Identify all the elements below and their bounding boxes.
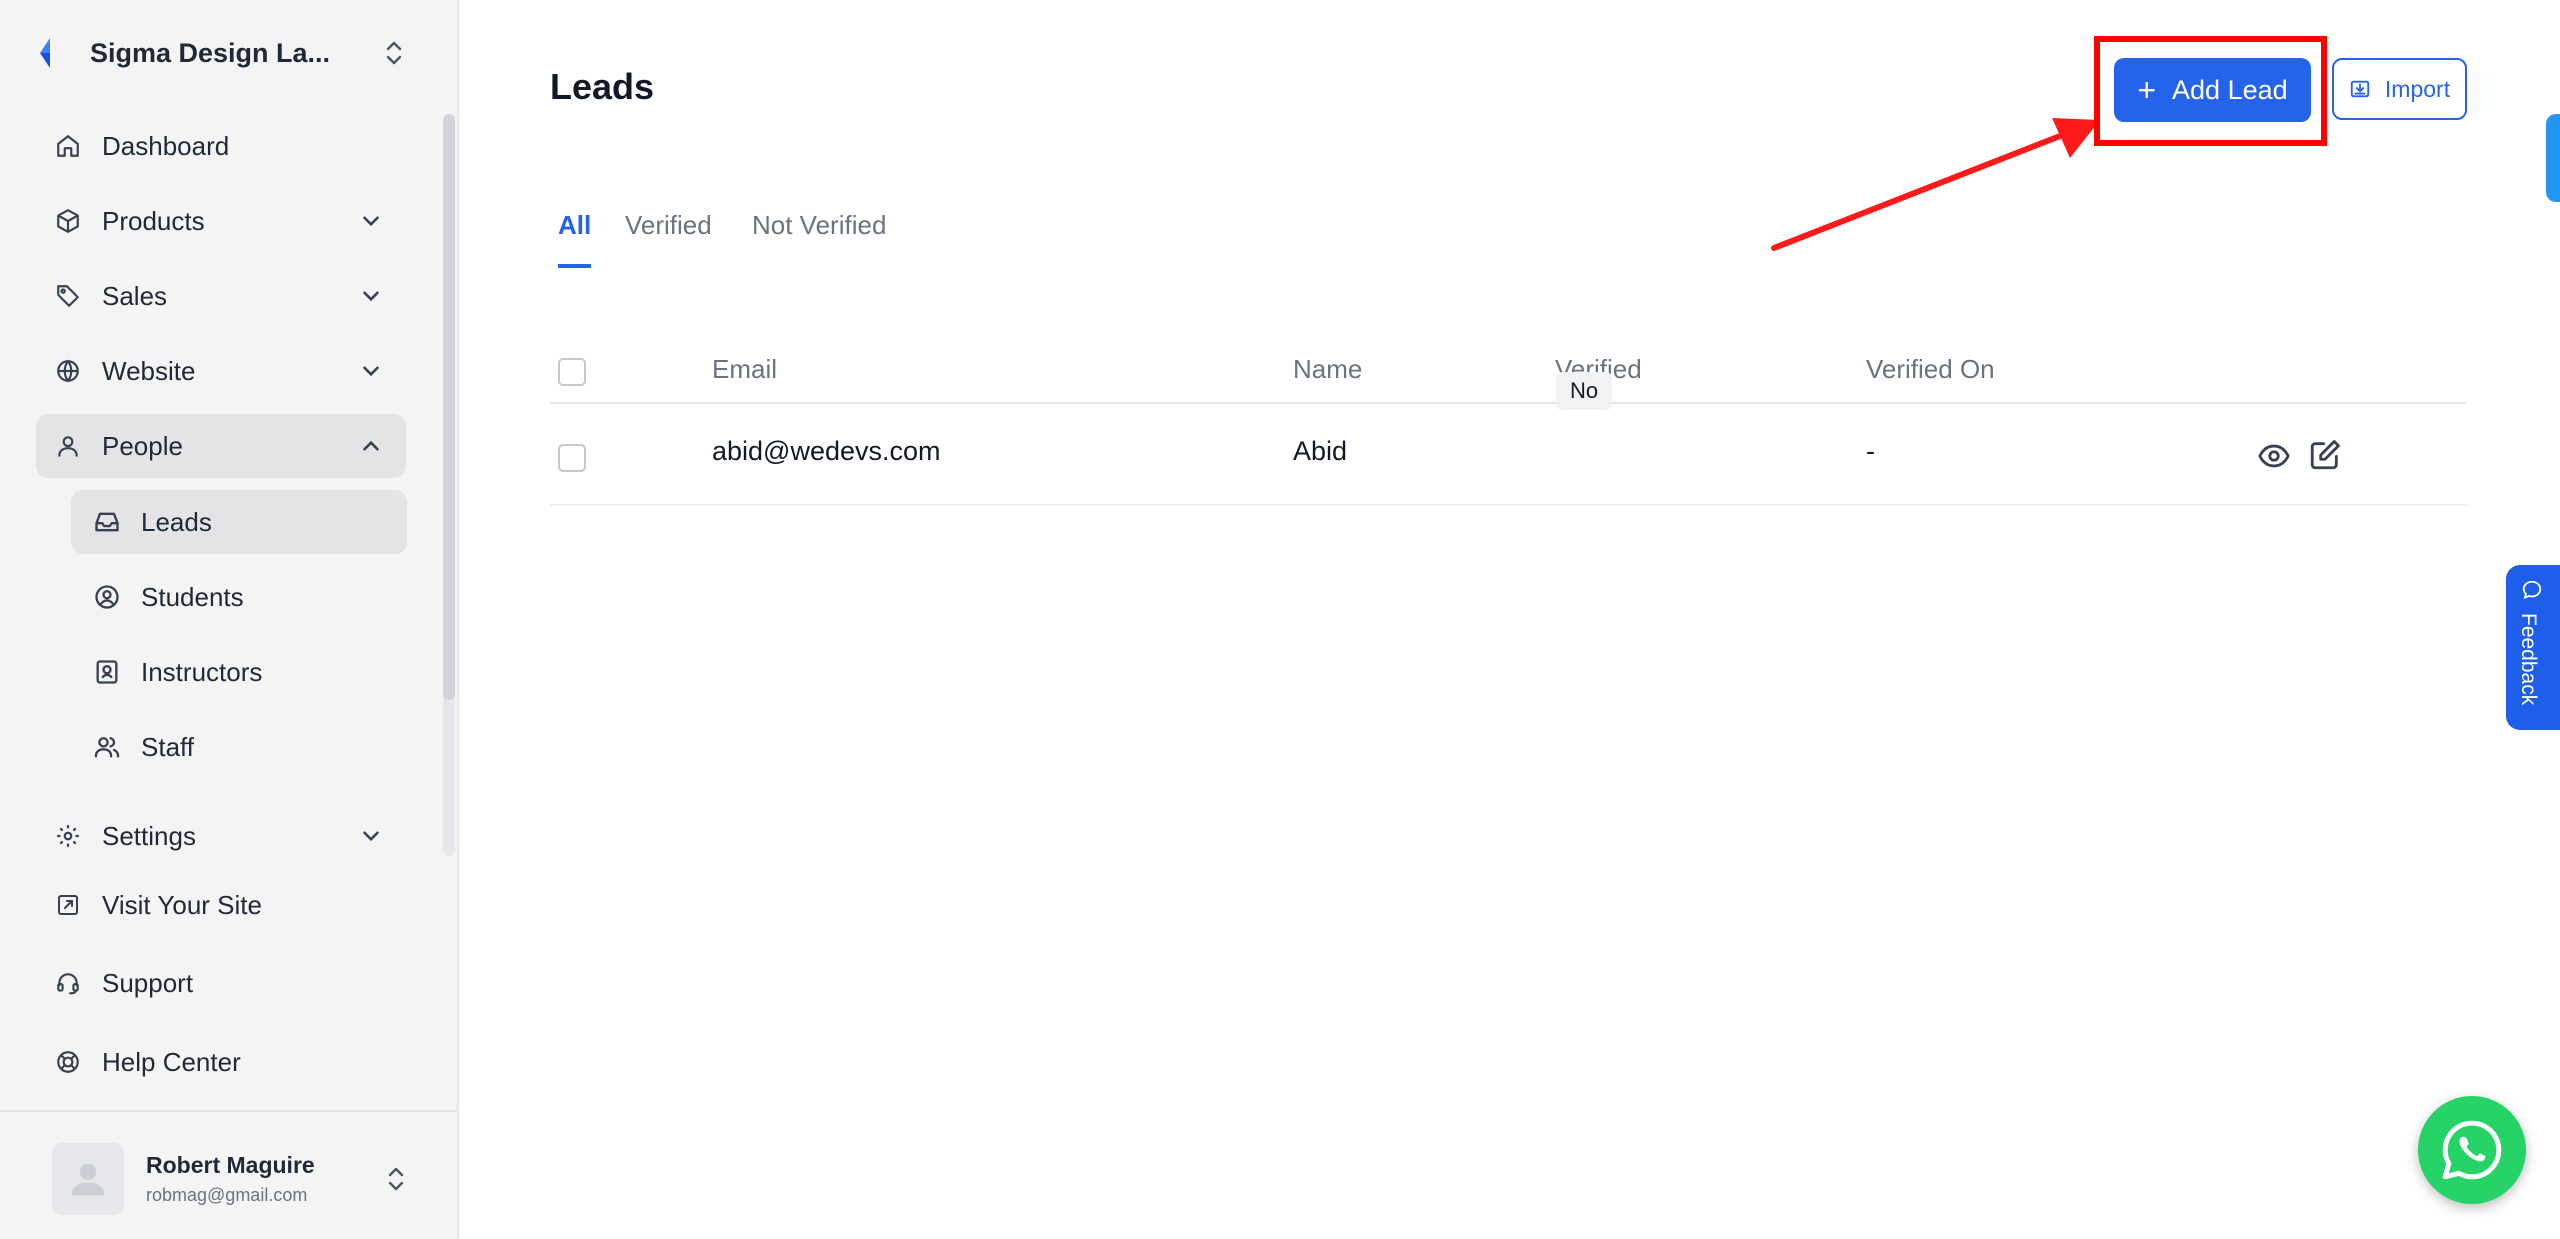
sidebar-item-sales[interactable]: Sales: [36, 264, 406, 328]
chevron-up-icon: [363, 440, 379, 451]
workspace-name: Sigma Design La...: [90, 37, 331, 68]
select-all-checkbox[interactable]: [558, 358, 586, 386]
sidebar-item-label: Staff: [141, 731, 195, 762]
user-name: Robert Maguire: [146, 1152, 315, 1178]
feedback-button[interactable]: Feedback: [2506, 565, 2560, 730]
home-icon: [54, 132, 82, 160]
whatsapp-icon: [2442, 1120, 2502, 1180]
lead-email: abid@wedevs.com: [712, 436, 941, 466]
whatsapp-chat-button[interactable]: [2418, 1096, 2526, 1204]
id-badge-icon: [93, 658, 121, 686]
workspace-switcher[interactable]: Sigma Design La...: [36, 28, 406, 78]
chevron-down-icon: [363, 291, 379, 302]
row-checkbox[interactable]: [558, 444, 586, 472]
import-label: Import: [2384, 75, 2451, 102]
chevron-down-icon: [363, 831, 379, 842]
sidebar-item-visit-site[interactable]: Visit Your Site: [36, 873, 406, 937]
edit-icon[interactable]: [2308, 438, 2342, 472]
sidebar-footer: Robert Maguire robmag@gmail.com: [0, 1110, 457, 1239]
sidebar-item-label: Products: [102, 205, 205, 236]
tab-verified[interactable]: Verified: [625, 210, 712, 268]
sidebar-item-label: Dashboard: [102, 130, 230, 161]
sidebar-scrollbar-thumb[interactable]: [443, 114, 455, 700]
column-header-email[interactable]: Email: [712, 354, 777, 385]
sidebar-item-students[interactable]: Students: [71, 565, 407, 629]
sidebar-item-support[interactable]: Support: [36, 951, 406, 1015]
table-header: Email Name Verified Verified On: [550, 340, 2467, 404]
external-link-icon: [54, 891, 82, 919]
sidebar-item-people[interactable]: People: [36, 414, 406, 478]
user-email: robmag@gmail.com: [146, 1185, 308, 1205]
side-edge-tab[interactable]: [2546, 114, 2560, 202]
chevrons-updown-icon: [386, 41, 402, 65]
sidebar-item-help-center[interactable]: Help Center: [36, 1030, 406, 1094]
sidebar-item-label: Settings: [102, 820, 196, 851]
sidebar-item-label: Help Center: [102, 1046, 241, 1077]
sidebar-item-label: Students: [141, 581, 244, 612]
column-header-verified-on[interactable]: Verified On: [1866, 354, 1995, 385]
sidebar-item-label: Instructors: [141, 656, 263, 687]
globe-icon: [54, 357, 82, 385]
sidebar-item-staff[interactable]: Staff: [71, 715, 407, 779]
sidebar-item-dashboard[interactable]: Dashboard: [36, 114, 406, 178]
sidebar-item-instructors[interactable]: Instructors: [71, 640, 407, 704]
user-menu[interactable]: Robert Maguire robmag@gmail.com: [52, 1142, 408, 1216]
box-icon: [54, 207, 82, 235]
headset-icon: [54, 969, 82, 997]
add-lead-label: Add Lead: [2172, 74, 2288, 105]
sidebar-item-settings[interactable]: Settings: [36, 804, 406, 868]
avatar: [52, 1143, 124, 1215]
lifebuoy-icon: [54, 1048, 82, 1076]
sidebar-item-label: Website: [102, 355, 196, 386]
table-row[interactable]: abid@wedevs.com Abid -: [550, 406, 2467, 506]
tag-icon: [54, 282, 82, 310]
feedback-label: Feedback: [2517, 613, 2540, 706]
lead-verified-on: -: [1866, 436, 1875, 466]
sidebar: Sigma Design La... Dashboard Products Sa…: [0, 0, 459, 1239]
column-header-name[interactable]: Name: [1293, 354, 1362, 385]
sidebar-item-products[interactable]: Products: [36, 189, 406, 253]
chevrons-updown-icon: [388, 1167, 404, 1191]
chevron-down-icon: [363, 216, 379, 227]
sidebar-item-label: Support: [102, 967, 194, 998]
avatar-placeholder-icon: [71, 1163, 105, 1196]
sidebar-item-website[interactable]: Website: [36, 339, 406, 403]
sidebar-item-leads[interactable]: Leads: [71, 490, 407, 554]
user-icon: [54, 432, 82, 460]
verified-status-badge: No: [1556, 372, 1613, 410]
user-info: Robert Maguire robmag@gmail.com: [146, 1152, 384, 1206]
page-title: Leads: [550, 66, 655, 107]
chat-bubble-icon: [2522, 580, 2542, 599]
tab-all[interactable]: All: [558, 210, 592, 268]
sidebar-item-label: Leads: [141, 506, 212, 537]
plus-icon: +: [2137, 71, 2157, 108]
annotation-arrow: [1771, 118, 2100, 251]
gear-icon: [54, 822, 82, 850]
lead-name: Abid: [1293, 436, 1348, 466]
chevron-down-icon: [363, 366, 379, 377]
sidebar-item-label: People: [102, 430, 183, 461]
brand-logo-icon: [40, 38, 50, 68]
import-button[interactable]: Import: [2332, 58, 2467, 120]
add-lead-button[interactable]: + Add Lead: [2114, 58, 2311, 122]
user-circle-icon: [93, 583, 121, 611]
users-icon: [93, 733, 121, 761]
sidebar-item-label: Visit Your Site: [102, 889, 262, 920]
view-eye-icon[interactable]: [2257, 439, 2291, 473]
import-icon: [2350, 80, 2370, 98]
inbox-icon: [93, 508, 121, 536]
tab-not-verified[interactable]: Not Verified: [752, 210, 886, 268]
sidebar-item-label: Sales: [102, 280, 168, 311]
